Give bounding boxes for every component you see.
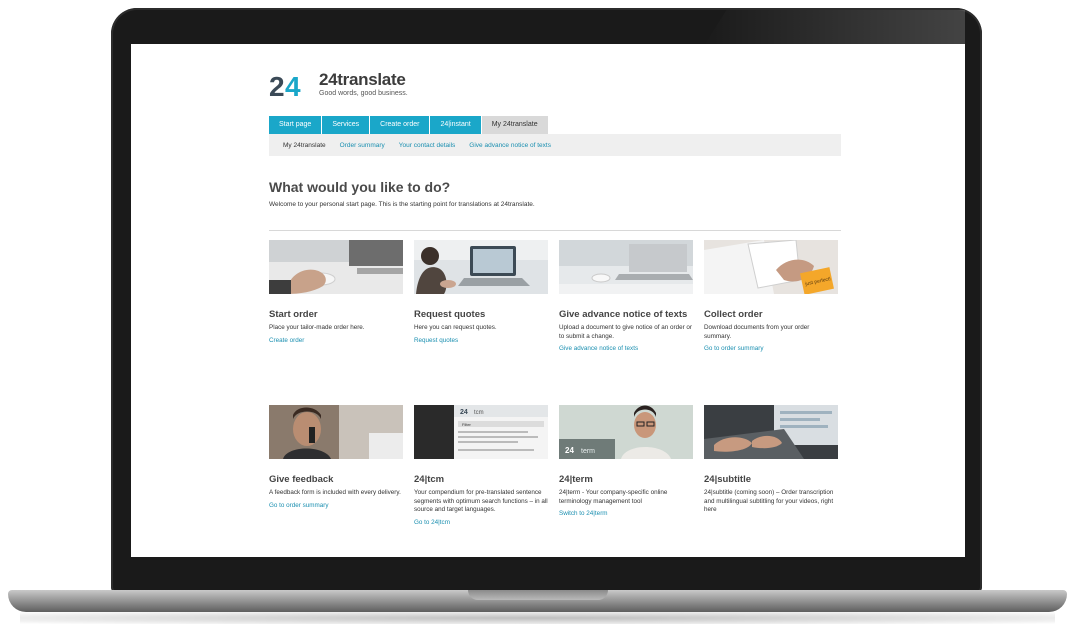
nav-tab-services[interactable]: Services bbox=[322, 116, 370, 134]
logo-tagline: Good words, good business. bbox=[319, 90, 408, 97]
tcm-label: tcm bbox=[474, 410, 484, 416]
card-description: 24|term - Your company-specific online t… bbox=[559, 489, 668, 505]
card-title: 24|subtitle bbox=[704, 474, 752, 485]
laptop-shadow bbox=[20, 612, 1055, 624]
term-label: term bbox=[581, 448, 595, 455]
card-title: Start order bbox=[269, 309, 318, 320]
subnav-contact-details[interactable]: Your contact details bbox=[399, 142, 456, 149]
card-description: Your compendium for pre-translated sente… bbox=[414, 489, 548, 513]
person-at-laptop-image bbox=[414, 240, 548, 294]
tcm-screenshot-image: 24 tcm Filter bbox=[414, 405, 548, 459]
filter-label: Filter bbox=[462, 422, 472, 427]
hand-on-mouse-image bbox=[269, 240, 403, 294]
card-title: 24|term bbox=[559, 474, 593, 485]
card-description: Download documents from your order summa… bbox=[704, 324, 810, 340]
logo[interactable]: 2 4 24translate Good words, good busines… bbox=[269, 68, 469, 108]
svg-text:24: 24 bbox=[460, 409, 468, 416]
subnav-order-summary[interactable]: Order summary bbox=[340, 142, 385, 149]
advance-notice-link[interactable]: Give advance notice of texts bbox=[559, 345, 693, 352]
create-order-link[interactable]: Create order bbox=[269, 337, 403, 344]
card-request-quotes: Request quotes Here you can request quot… bbox=[414, 240, 548, 344]
hands-on-keyboard-image bbox=[704, 405, 838, 459]
subnav-advance-notice[interactable]: Give advance notice of texts bbox=[469, 142, 551, 149]
subnav-my-24translate[interactable]: My 24translate bbox=[283, 142, 326, 149]
go-to-order-summary-link-2[interactable]: Go to order summary bbox=[269, 502, 403, 509]
laptop-on-desk-image bbox=[559, 240, 693, 294]
card-24tcm: 24 tcm Filter 24|tcm Your compendium for… bbox=[414, 405, 548, 526]
card-description: Here you can request quotes. bbox=[414, 324, 497, 331]
card-description: 24|subtitle (coming soon) – Order transc… bbox=[704, 489, 834, 513]
card-give-feedback: Give feedback A feedback form is include… bbox=[269, 405, 403, 509]
switch-to-24term-link[interactable]: Switch to 24|term bbox=[559, 510, 693, 517]
laptop-screen: 2 4 24translate Good words, good busines… bbox=[131, 44, 965, 557]
card-title: 24|tcm bbox=[414, 474, 445, 485]
man-on-phone-image bbox=[269, 405, 403, 459]
svg-text:24: 24 bbox=[565, 446, 574, 455]
card-description: Place your tailor-made order here. bbox=[269, 324, 365, 331]
card-title: Give advance notice of texts bbox=[559, 309, 688, 320]
card-description: A feedback form is included with every d… bbox=[269, 489, 401, 496]
sub-nav: My 24translate Order summary Your contac… bbox=[269, 134, 841, 156]
document-with-sticky-note-image: just perfect! bbox=[704, 240, 838, 294]
man-with-glasses-image: 24 term bbox=[559, 405, 693, 459]
card-collect-order: just perfect! Collect order Download doc… bbox=[704, 240, 838, 352]
nav-tab-start-page[interactable]: Start page bbox=[269, 116, 322, 134]
card-24term: 24 term 24|term 24|term - Your company-s… bbox=[559, 405, 693, 517]
svg-text:4: 4 bbox=[285, 72, 301, 98]
card-title: Give feedback bbox=[269, 474, 334, 485]
go-to-24tcm-link[interactable]: Go to 24|tcm bbox=[414, 519, 548, 526]
logo-name: 24translate bbox=[319, 70, 406, 89]
nav-tab-24instant[interactable]: 24|instant bbox=[430, 116, 481, 134]
go-to-order-summary-link[interactable]: Go to order summary bbox=[704, 345, 838, 352]
page-title: What would you like to do? bbox=[269, 179, 451, 195]
laptop-notch bbox=[468, 590, 608, 600]
card-description: Upload a document to give notice of an o… bbox=[559, 324, 693, 340]
intro-text: Welcome to your personal start page. Thi… bbox=[269, 201, 535, 208]
main-nav: Start page Services Create order 24|inst… bbox=[269, 116, 549, 134]
card-start-order: Start order Place your tailor-made order… bbox=[269, 240, 403, 344]
nav-tab-create-order[interactable]: Create order bbox=[370, 116, 430, 134]
divider bbox=[269, 230, 841, 231]
request-quotes-link[interactable]: Request quotes bbox=[414, 337, 548, 344]
svg-text:2: 2 bbox=[269, 72, 285, 98]
card-24subtitle: 24|subtitle 24|subtitle (coming soon) – … bbox=[704, 405, 838, 515]
card-advance-notice: Give advance notice of texts Upload a do… bbox=[559, 240, 693, 352]
card-title: Request quotes bbox=[414, 309, 486, 320]
card-title: Collect order bbox=[704, 309, 763, 320]
nav-tab-my-24translate[interactable]: My 24translate bbox=[481, 116, 548, 134]
logo-mark-icon: 2 4 bbox=[269, 72, 311, 98]
